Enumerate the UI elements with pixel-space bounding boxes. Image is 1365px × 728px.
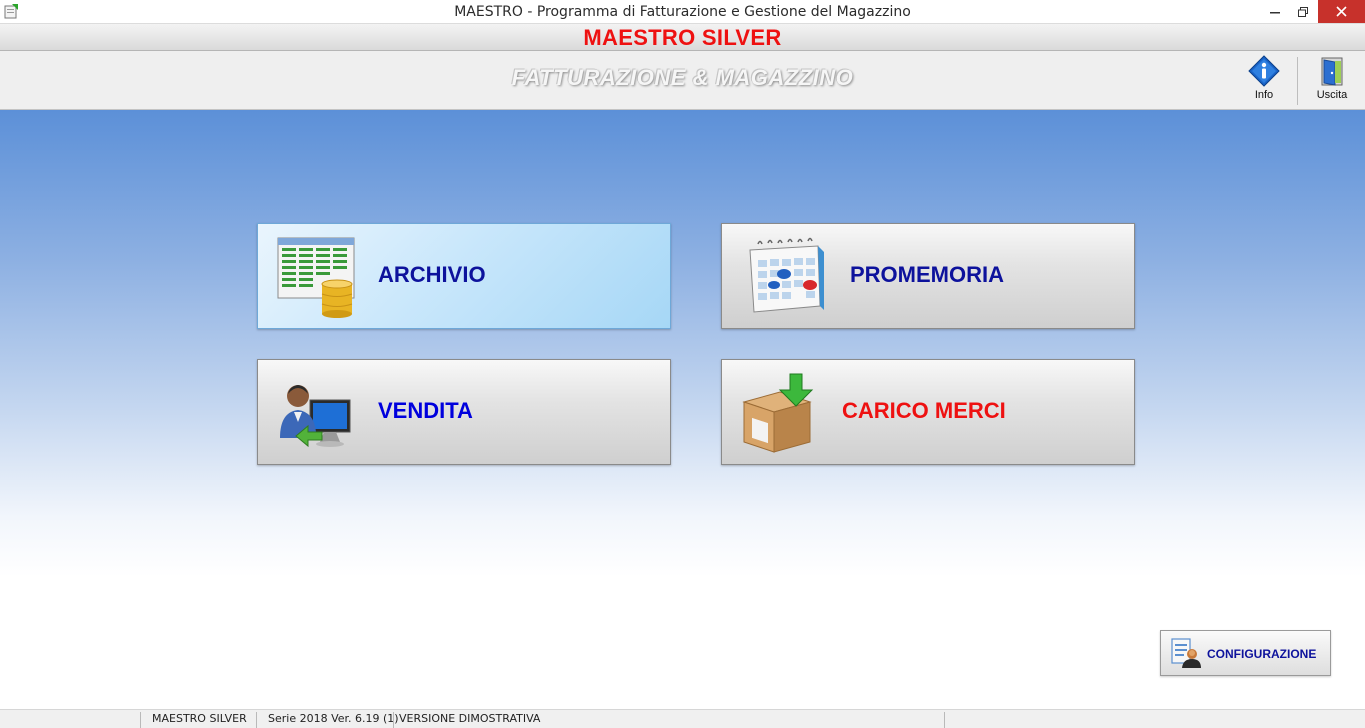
archivio-button[interactable]: ARCHIVIO — [257, 223, 671, 329]
settings-user-icon — [1171, 638, 1201, 668]
info-label: Info — [1254, 89, 1274, 101]
carico-merci-label: CARICO MERCI — [842, 398, 1006, 423]
toolbar-separator — [1297, 57, 1298, 105]
carico-merci-button[interactable]: CARICO MERCI — [721, 359, 1135, 465]
exit-door-icon — [1321, 57, 1343, 86]
window-titlebar: MAESTRO - Programma di Fatturazione e Ge… — [0, 0, 1365, 24]
spreadsheet-database-icon — [277, 237, 355, 318]
brand-header: MAESTRO SILVER — [0, 24, 1365, 51]
restore-icon — [1298, 6, 1308, 17]
status-version: Serie 2018 Ver. 6.19 (1) — [268, 712, 399, 725]
minimize-button[interactable] — [1262, 0, 1288, 23]
status-edition: VERSIONE DIMOSTRATIVA — [399, 712, 541, 725]
main-panel: ARCHIVIO PROMEMORIA VENDITA CARICO MERCI… — [0, 110, 1365, 709]
calendar-icon — [749, 237, 824, 313]
window-title: MAESTRO - Programma di Fatturazione e Ge… — [454, 4, 911, 20]
close-icon — [1336, 6, 1347, 17]
promemoria-button[interactable]: PROMEMORIA — [721, 223, 1135, 329]
status-separator — [256, 712, 257, 728]
info-button[interactable]: Info — [1234, 55, 1294, 107]
vendita-label: VENDITA — [378, 398, 473, 423]
toolbar: FATTURAZIONE & MAGAZZINO Info Uscita — [0, 51, 1365, 110]
status-separator — [140, 712, 141, 728]
restore-button[interactable] — [1290, 0, 1316, 23]
configurazione-label: CONFIGURAZIONE — [1207, 647, 1317, 661]
box-download-icon — [742, 373, 814, 453]
promemoria-label: PROMEMORIA — [850, 262, 1004, 287]
vendita-button[interactable]: VENDITA — [257, 359, 671, 465]
exit-button[interactable]: Uscita — [1302, 55, 1362, 107]
archivio-label: ARCHIVIO — [378, 262, 486, 287]
minimize-icon — [1270, 11, 1280, 13]
user-computer-icon — [280, 385, 351, 448]
status-bar: MAESTRO SILVER Serie 2018 Ver. 6.19 (1) … — [0, 709, 1365, 728]
brand-title: MAESTRO SILVER — [583, 25, 782, 50]
app-subtitle: FATTURAZIONE & MAGAZZINO — [511, 65, 854, 90]
configurazione-button[interactable]: CONFIGURAZIONE — [1160, 630, 1331, 676]
info-icon — [1248, 55, 1280, 87]
exit-label: Uscita — [1316, 89, 1348, 101]
status-app: MAESTRO SILVER — [152, 712, 247, 725]
close-button[interactable] — [1318, 0, 1365, 23]
status-separator — [944, 712, 945, 728]
